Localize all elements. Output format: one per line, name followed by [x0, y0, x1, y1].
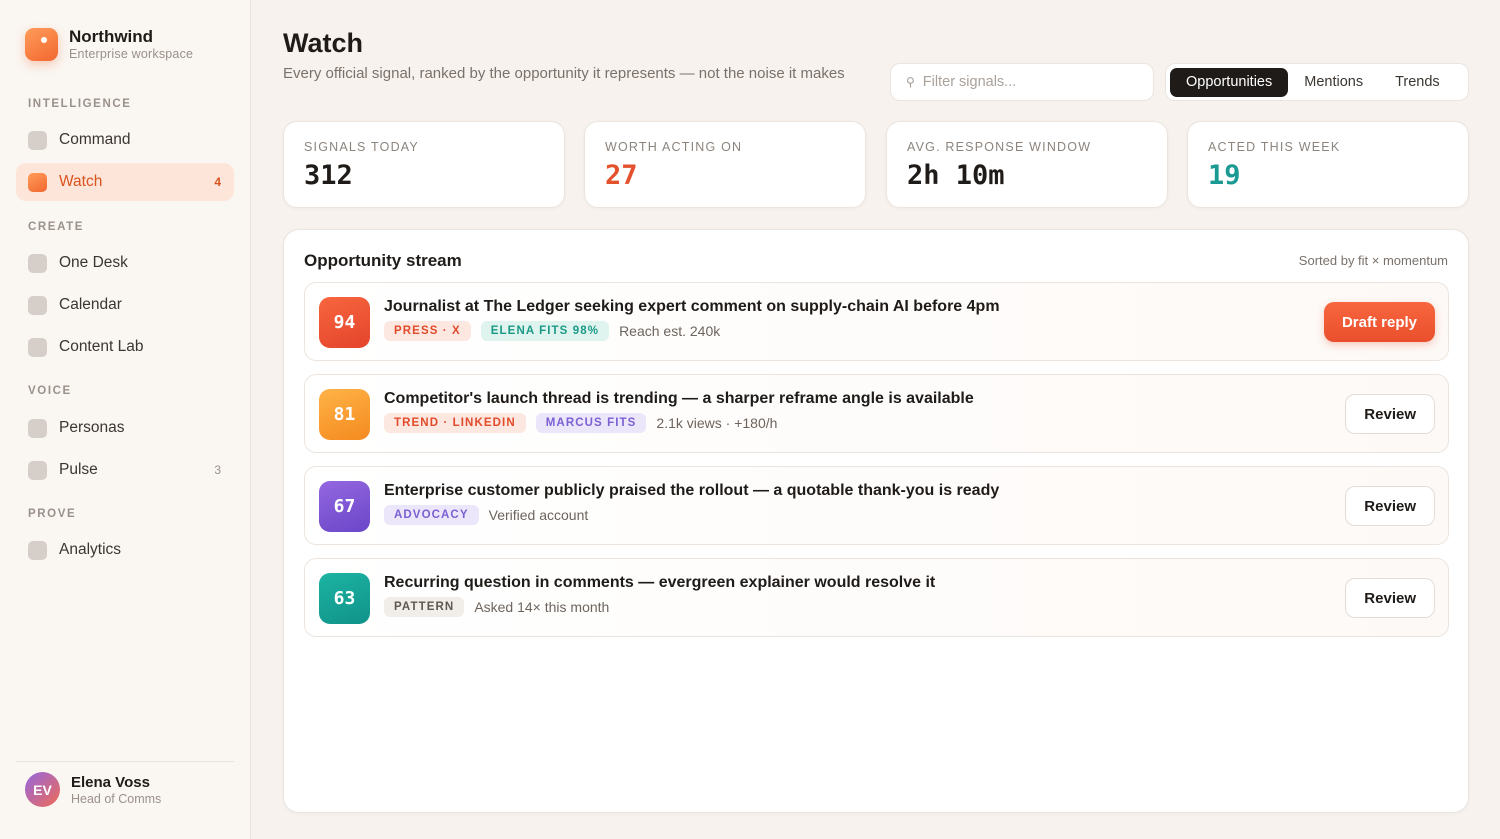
stat-worth-acting-on: WORTH ACTING ON 27 [584, 121, 866, 208]
signal-title: Journalist at The Ledger seeking expert … [384, 298, 1000, 315]
review-button[interactable]: Review [1345, 394, 1435, 434]
stat-label: ACTED THIS WEEK [1208, 140, 1341, 154]
sidebar-item-analytics[interactable]: Analytics [16, 531, 234, 569]
signal-meta-text: Verified account [488, 507, 589, 523]
brand[interactable]: Northwind Enterprise workspace [25, 27, 193, 61]
brand-logo-icon [25, 27, 58, 61]
user-role: Head of Comms [71, 791, 162, 806]
one-desk-icon [28, 253, 47, 273]
sidebar-divider [16, 761, 234, 762]
search-box[interactable]: ⚲ [890, 63, 1154, 101]
brand-subtitle: Enterprise workspace [69, 47, 194, 61]
tag-chip: ADVOCACY [384, 505, 479, 525]
page-subtitle: Every official signal, ranked by the opp… [283, 65, 845, 82]
signal-title: Competitor's launch thread is trending —… [384, 390, 974, 407]
tag-chip: TREND · LINKEDIN [384, 413, 526, 433]
brand-name: Northwind [69, 27, 154, 46]
sidebar-item-one-desk[interactable]: One Desk [16, 244, 234, 282]
tab-trends[interactable]: Trends [1379, 68, 1456, 97]
stat-value: 27 [605, 160, 638, 191]
stat-value: 19 [1208, 160, 1241, 191]
signal-card[interactable]: 94 Journalist at The Ledger seeking expe… [304, 282, 1449, 361]
search-input[interactable] [922, 74, 1133, 90]
user-name: Elena Voss [71, 773, 150, 791]
stat-label: WORTH ACTING ON [605, 140, 743, 154]
stat-signals-today: SIGNALS TODAY 312 [283, 121, 565, 208]
tag-chip: PRESS · X [384, 321, 471, 341]
personas-icon [28, 418, 47, 438]
signal-meta-text: 2.1k views · +180/h [656, 415, 778, 431]
sidebar-item-personas[interactable]: Personas [16, 409, 234, 447]
stat-acted-this-week: ACTED THIS WEEK 19 [1187, 121, 1469, 208]
tag-chip: PATTERN [384, 597, 465, 617]
signal-card[interactable]: 67 Enterprise customer publicly praised … [304, 466, 1449, 545]
sidebar-item-label: Personas [59, 419, 125, 436]
sidebar-item-watch[interactable]: Watch 4 [16, 163, 234, 201]
tab-opportunities[interactable]: Opportunities [1170, 67, 1289, 97]
review-button[interactable]: Review [1345, 486, 1435, 526]
sidebar-item-count: 4 [214, 175, 221, 189]
signal-meta-text: Reach est. 240k [619, 323, 721, 339]
score-badge: 94 [319, 297, 370, 348]
signal-meta: PATTERN Asked 14× this month [384, 597, 609, 617]
tab-mentions[interactable]: Mentions [1288, 68, 1379, 97]
search-icon: ⚲ [906, 75, 915, 89]
avatar: EV [25, 772, 60, 807]
tag-chip: ELENA FITS 98% [480, 321, 610, 341]
sidebar-item-label: Analytics [59, 541, 122, 558]
analytics-icon [28, 540, 47, 560]
sidebar-item-content-lab[interactable]: Content Lab [16, 328, 234, 366]
signal-title: Enterprise customer publicly praised the… [384, 482, 1000, 499]
stat-label: AVG. RESPONSE WINDOW [907, 140, 1092, 154]
signal-title: Recurring question in comments — evergre… [384, 574, 936, 591]
signal-card[interactable]: 63 Recurring question in comments — ever… [304, 558, 1449, 637]
nav-section-intelligence: INTELLIGENCE [28, 98, 132, 110]
stat-value: 312 [304, 160, 353, 191]
sidebar-item-label: Watch [59, 173, 103, 190]
sidebar-item-command[interactable]: Command [16, 121, 234, 159]
user-profile[interactable]: EV Elena Voss Head of Comms [25, 772, 161, 807]
nav-section-create: CREATE [28, 221, 85, 233]
nav-section-voice: VOICE [28, 385, 72, 397]
page-title: Watch [283, 28, 363, 58]
signal-meta: TREND · LINKEDIN MARCUS FITS 2.1k views … [384, 413, 777, 433]
score-badge: 67 [319, 481, 370, 532]
nav-section-prove: PROVE [28, 508, 77, 520]
pulse-icon [28, 460, 47, 480]
review-button[interactable]: Review [1345, 578, 1435, 618]
sort-label[interactable]: Sorted by fit × momentum [1299, 253, 1448, 268]
stream-title: Opportunity stream [304, 251, 462, 270]
command-icon [28, 130, 47, 150]
sidebar-item-pulse[interactable]: Pulse 3 [16, 451, 234, 489]
watch-icon [28, 172, 47, 192]
score-badge: 63 [319, 573, 370, 624]
calendar-icon [28, 295, 47, 315]
opportunity-stream: Opportunity stream Sorted by fit × momen… [283, 229, 1469, 813]
sidebar-item-label: Calendar [59, 296, 122, 313]
sidebar-item-label: One Desk [59, 254, 128, 271]
tag-chip: MARCUS FITS [535, 413, 647, 433]
draft-reply-button[interactable]: Draft reply [1323, 302, 1435, 342]
signal-meta-text: Asked 14× this month [474, 599, 610, 615]
sidebar-item-label: Content Lab [59, 338, 144, 355]
view-tabs: Opportunities Mentions Trends [1165, 63, 1469, 101]
signal-meta: PRESS · X ELENA FITS 98% Reach est. 240k [384, 321, 720, 341]
stat-value: 2h 10m [907, 160, 1005, 191]
stat-label: SIGNALS TODAY [304, 140, 419, 154]
content-lab-icon [28, 337, 47, 357]
sidebar-item-calendar[interactable]: Calendar [16, 286, 234, 324]
sidebar-item-label: Pulse [59, 461, 98, 478]
score-badge: 81 [319, 389, 370, 440]
sidebar: Northwind Enterprise workspace INTELLIGE… [0, 0, 251, 839]
sidebar-item-label: Command [59, 131, 131, 148]
signal-card[interactable]: 81 Competitor's launch thread is trendin… [304, 374, 1449, 453]
stat-avg-response-window: AVG. RESPONSE WINDOW 2h 10m [886, 121, 1168, 208]
sidebar-item-count: 3 [214, 463, 221, 477]
signal-meta: ADVOCACY Verified account [384, 505, 588, 525]
